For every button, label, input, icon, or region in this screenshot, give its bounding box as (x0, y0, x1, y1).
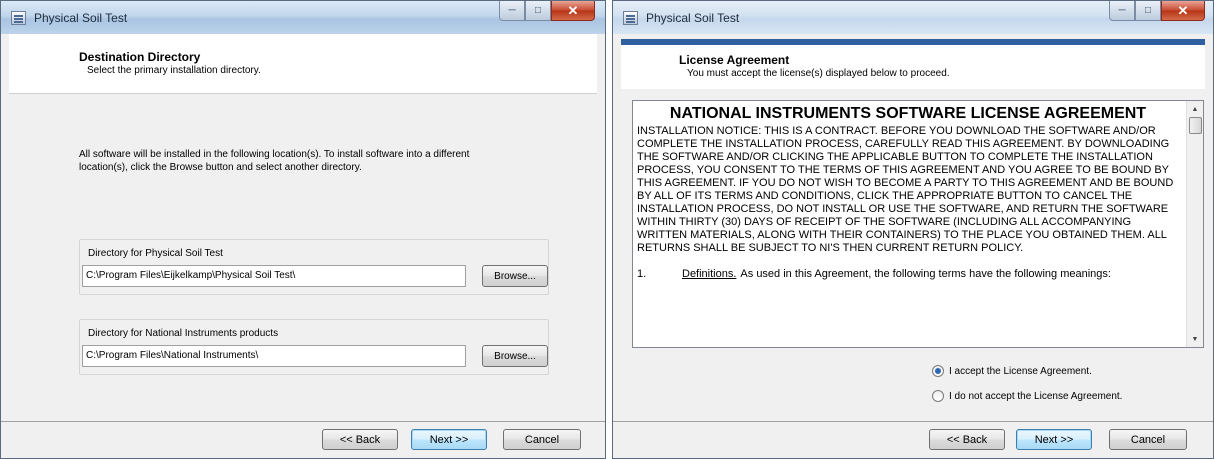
directory-label: Directory for National Instruments produ… (88, 328, 279, 339)
scroll-thumb[interactable] (1189, 117, 1202, 134)
minimize-icon: ─ (508, 5, 516, 16)
maximize-button[interactable]: □ (1135, 1, 1161, 21)
window-title: Physical Soil Test (34, 11, 128, 25)
license-heading: NATIONAL INSTRUMENTS SOFTWARE LICENSE AG… (669, 105, 1147, 122)
page-title: License Agreement (679, 53, 790, 67)
minimize-button[interactable]: ─ (1109, 1, 1135, 21)
scroll-up-arrow-icon[interactable]: ▲ (1187, 101, 1203, 117)
ni-products-directory-group: Directory for National Instruments produ… (79, 319, 549, 375)
maximize-icon: □ (534, 5, 542, 16)
definition-text: As used in this Agreement, the following… (740, 268, 1111, 280)
license-text-box[interactable]: NATIONAL INSTRUMENTS SOFTWARE LICENSE AG… (632, 100, 1204, 348)
next-button[interactable]: Next >> (411, 429, 487, 450)
maximize-button[interactable]: □ (525, 1, 551, 21)
license-agreement-window: Physical Soil Test ─ □ ✕ License Agreeme… (612, 0, 1214, 459)
close-icon: ✕ (1177, 2, 1189, 18)
wizard-header: License Agreement You must accept the li… (621, 39, 1205, 89)
physical-soil-test-directory-field[interactable]: C:\Program Files\Eijkelkamp\Physical Soi… (82, 265, 466, 287)
wizard-header: Destination Directory Select the primary… (9, 34, 597, 94)
title-bar[interactable]: Physical Soil Test ─ □ ✕ (613, 1, 1213, 34)
minimize-button[interactable]: ─ (499, 1, 525, 21)
app-icon (623, 11, 638, 25)
decline-label: I do not accept the License Agreement. (949, 390, 1123, 402)
next-button[interactable]: Next >> (1016, 429, 1092, 450)
ni-products-directory-field[interactable]: C:\Program Files\National Instruments\ (82, 345, 466, 367)
browse-button[interactable]: Browse... (482, 265, 548, 287)
page-subtitle: Select the primary installation director… (87, 65, 261, 76)
page-subtitle: You must accept the license(s) displayed… (687, 68, 950, 79)
wizard-footer: << Back Next >> Cancel (613, 421, 1213, 458)
vertical-scrollbar[interactable]: ▲ ▼ (1186, 101, 1203, 347)
back-button[interactable]: << Back (322, 429, 398, 450)
window-title: Physical Soil Test (646, 11, 740, 25)
license-content: NATIONAL INSTRUMENTS SOFTWARE LICENSE AG… (633, 101, 1183, 347)
title-bar[interactable]: Physical Soil Test ─ □ ✕ (1, 1, 605, 34)
directory-label: Directory for Physical Soil Test (88, 248, 223, 259)
cancel-button[interactable]: Cancel (503, 429, 581, 450)
page-title: Destination Directory (79, 50, 201, 64)
decline-radio[interactable] (932, 390, 944, 402)
destination-directory-window: Physical Soil Test ─ □ ✕ Destination Dir… (0, 0, 606, 459)
accept-license-option[interactable]: I accept the License Agreement. (932, 365, 1092, 377)
back-button[interactable]: << Back (929, 429, 1005, 450)
definition-term: Definitions. (682, 268, 737, 280)
maximize-icon: □ (1144, 5, 1152, 16)
caption-buttons: ─ □ ✕ (1109, 1, 1205, 21)
caption-buttons: ─ □ ✕ (499, 1, 595, 21)
accept-radio[interactable] (932, 365, 944, 377)
scroll-down-arrow-icon[interactable]: ▼ (1187, 331, 1203, 347)
close-button[interactable]: ✕ (551, 1, 595, 21)
close-icon: ✕ (567, 2, 579, 18)
browse-button[interactable]: Browse... (482, 345, 548, 367)
close-button[interactable]: ✕ (1161, 1, 1205, 21)
decline-license-option[interactable]: I do not accept the License Agreement. (932, 390, 1122, 402)
cancel-button[interactable]: Cancel (1109, 429, 1187, 450)
install-instructions: All software will be installed in the fo… (79, 149, 470, 173)
wizard-footer: << Back Next >> Cancel (1, 421, 605, 458)
definition-number: 1. (637, 268, 647, 280)
minimize-icon: ─ (1118, 5, 1126, 16)
license-body: INSTALLATION NOTICE: THIS IS A CONTRACT.… (637, 125, 1174, 254)
accept-label: I accept the License Agreement. (949, 365, 1092, 377)
license-definitions-item: 1. Definitions. As used in this Agreemen… (637, 268, 1179, 281)
app-icon (11, 11, 26, 25)
physical-soil-test-directory-group: Directory for Physical Soil Test C:\Prog… (79, 239, 549, 295)
